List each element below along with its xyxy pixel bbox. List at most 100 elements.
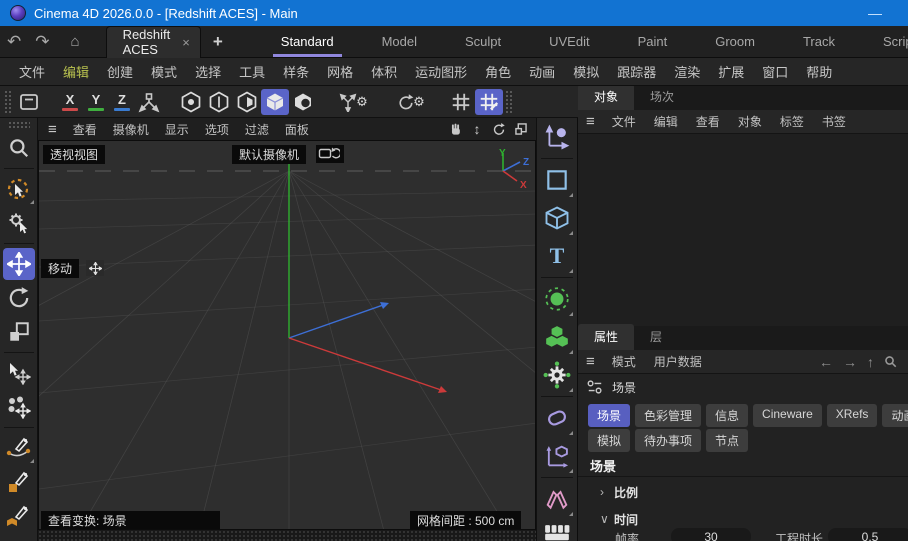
object-list[interactable]: [578, 134, 908, 326]
menu-mograph[interactable]: 运动图形: [406, 62, 476, 81]
rectangle-spline-tool-icon[interactable]: [3, 466, 35, 498]
grid-toggle-icon[interactable]: [447, 89, 475, 115]
view-type-label[interactable]: 透视视图: [43, 145, 106, 164]
home-icon[interactable]: ⌂: [71, 33, 80, 50]
menu-mode[interactable]: 模式: [142, 62, 186, 81]
vp-menu-view[interactable]: 查看: [65, 121, 105, 138]
menu-create[interactable]: 创建: [98, 62, 142, 81]
menu-edit[interactable]: 编辑: [54, 62, 98, 81]
vp-menu-display[interactable]: 显示: [157, 121, 197, 138]
menu-tracker[interactable]: 跟踪器: [608, 62, 665, 81]
menu-spline[interactable]: 样条: [274, 62, 318, 81]
text-object-icon[interactable]: T: [540, 238, 574, 274]
cube-primitive-icon[interactable]: [540, 200, 574, 236]
axis-gizmo[interactable]: Y Z X: [487, 147, 533, 191]
layout-tab-script[interactable]: Script: [873, 27, 908, 57]
spline-rectangle-icon[interactable]: [540, 162, 574, 198]
search-icon[interactable]: [884, 355, 897, 368]
viewport-canvas[interactable]: 透视视图 默认摄像机 Y Z X 移动 查看变换: 场景 网格间距: 500 …: [38, 140, 536, 530]
vp-menu-filter[interactable]: 过滤: [237, 121, 277, 138]
section-nodes[interactable]: 节点: [706, 429, 749, 452]
layout-tab-track[interactable]: Track: [793, 27, 845, 57]
subdivision-surface-icon[interactable]: [540, 281, 574, 317]
om-menu-bookmarks[interactable]: 书签: [813, 113, 855, 130]
current-element-row[interactable]: 场景: [578, 374, 908, 400]
tab-takes[interactable]: 场次: [634, 86, 690, 110]
layout-tab-paint[interactable]: Paint: [628, 27, 678, 57]
document-tab[interactable]: Redshift ACES ×: [105, 25, 201, 58]
zoom-tool-icon[interactable]: [3, 132, 35, 164]
section-cineware[interactable]: Cineware: [753, 404, 822, 427]
toolbar-drag-handle[interactable]: [505, 89, 512, 114]
tweak-tool-icon[interactable]: [3, 207, 35, 239]
bend-deformer-icon[interactable]: [540, 400, 574, 436]
om-menu-edit[interactable]: 编辑: [645, 113, 687, 130]
gizmo-z-label[interactable]: Z: [523, 157, 529, 168]
hamburger-icon[interactable]: ≡: [586, 113, 595, 130]
coordinate-system-button[interactable]: ⚙: [331, 89, 375, 115]
vp-menu-cameras[interactable]: 摄像机: [105, 121, 157, 138]
menu-mesh[interactable]: 网格: [318, 62, 362, 81]
layout-tab-standard[interactable]: Standard: [271, 27, 344, 57]
toolbar-drag-handle[interactable]: [4, 89, 11, 114]
forward-arrow-icon[interactable]: →: [843, 354, 857, 370]
menu-character[interactable]: 角色: [476, 62, 520, 81]
hamburger-icon[interactable]: ≡: [586, 353, 595, 370]
effector-gear-icon[interactable]: [540, 357, 574, 393]
close-tab-icon[interactable]: ×: [182, 35, 190, 50]
tab-objects[interactable]: 对象: [578, 86, 635, 110]
grid-spacing-field[interactable]: 网格间距 : 500 cm: [410, 511, 522, 529]
quantize-grid-icon[interactable]: [475, 88, 503, 115]
spline-pen-tool-icon[interactable]: [3, 432, 35, 464]
palette-drag-handle[interactable]: [7, 121, 30, 129]
hamburger-icon[interactable]: ≡: [48, 121, 57, 138]
dolly-zoom-icon[interactable]: ↕: [466, 119, 488, 139]
menu-help[interactable]: 帮助: [797, 62, 841, 81]
section-animation[interactable]: 动画: [882, 404, 908, 427]
section-simulation[interactable]: 模拟: [588, 429, 631, 452]
pivot-axis-icon[interactable]: [540, 119, 574, 155]
gizmo-y-label[interactable]: Y: [499, 148, 506, 159]
layout-tab-model[interactable]: Model: [372, 27, 427, 57]
volume-builder-icon[interactable]: [540, 319, 574, 355]
group-scale[interactable]: › 比例: [578, 480, 908, 504]
om-menu-view[interactable]: 查看: [687, 113, 729, 130]
menu-select[interactable]: 选择: [186, 62, 230, 81]
maximize-view-icon[interactable]: [510, 119, 532, 139]
camera-swap-icon[interactable]: [316, 145, 344, 163]
om-menu-tags[interactable]: 标签: [771, 113, 813, 130]
layout-tab-uvedit[interactable]: UVEdit: [539, 27, 599, 57]
camera-film-icon[interactable]: [540, 519, 574, 541]
redo-icon[interactable]: ↷: [35, 33, 49, 50]
menu-window[interactable]: 窗口: [753, 62, 797, 81]
tab-attributes[interactable]: 属性: [578, 324, 635, 350]
om-menu-objects[interactable]: 对象: [729, 113, 771, 130]
rotate-tool-icon[interactable]: [3, 282, 35, 314]
tab-layers[interactable]: 层: [634, 324, 678, 350]
field-axis-cube-icon[interactable]: [540, 438, 574, 474]
undo-icon[interactable]: ↶: [7, 33, 21, 50]
lock-z-axis-button[interactable]: Z: [109, 89, 135, 115]
pan-hand-icon[interactable]: [444, 119, 466, 139]
active-camera-label[interactable]: 默认摄像机: [232, 145, 307, 164]
vp-menu-options[interactable]: 选项: [197, 121, 237, 138]
menu-animate[interactable]: 动画: [520, 62, 564, 81]
am-menu-mode[interactable]: 模式: [603, 353, 645, 370]
up-arrow-icon[interactable]: ↑: [867, 354, 874, 370]
back-arrow-icon[interactable]: ←: [819, 354, 833, 370]
layout-tab-groom[interactable]: Groom: [705, 27, 765, 57]
layout-tab-sculpt[interactable]: Sculpt: [455, 27, 511, 57]
select-move-tool-icon[interactable]: [3, 357, 35, 389]
fps-value-field[interactable]: 30: [671, 528, 751, 541]
section-xrefs[interactable]: XRefs: [826, 404, 878, 427]
points-mode-icon[interactable]: [177, 89, 205, 115]
vp-menu-panel[interactable]: 面板: [277, 121, 317, 138]
new-document-button[interactable]: +: [213, 32, 223, 52]
am-menu-userdata[interactable]: 用户数据: [645, 353, 711, 370]
cluster-move-tool-icon[interactable]: [3, 391, 35, 423]
om-menu-file[interactable]: 文件: [603, 113, 645, 130]
menu-tools[interactable]: 工具: [230, 62, 274, 81]
orbit-rotate-icon[interactable]: [488, 119, 510, 139]
cube-pen-tool-icon[interactable]: [3, 500, 35, 532]
model-mode-icon[interactable]: [261, 88, 289, 115]
